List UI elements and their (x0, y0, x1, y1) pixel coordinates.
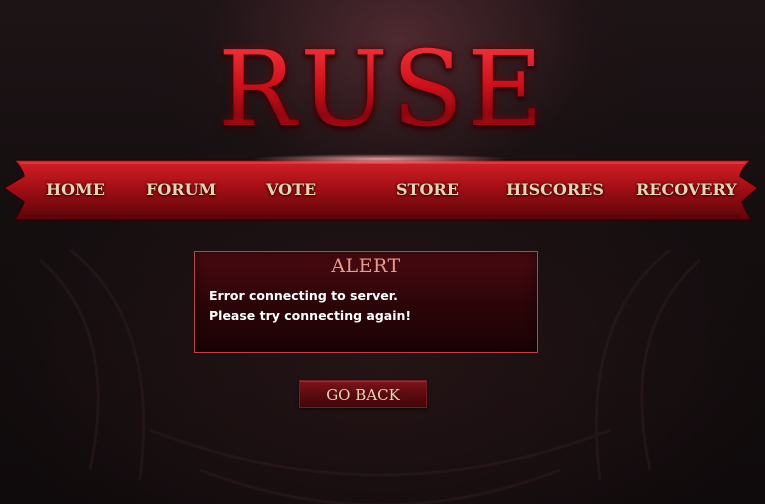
nav-forum[interactable]: FORUM (146, 180, 216, 199)
nav-home[interactable]: HOME (46, 180, 105, 199)
alert-message-line: Error connecting to server. (209, 288, 398, 303)
go-back-button[interactable]: GO BACK (299, 380, 427, 408)
nav-recovery[interactable]: RECOVERY (636, 180, 737, 199)
nav-store[interactable]: STORE (396, 180, 459, 199)
nav-highlight (250, 154, 510, 164)
alert-title: ALERT (331, 255, 401, 277)
alert-message-line: Please try connecting again! (209, 308, 412, 323)
nav-hiscores[interactable]: HISCORES (506, 180, 604, 199)
nav-vote[interactable]: VOTE (266, 180, 316, 199)
site-logo[interactable]: RUSE (0, 24, 765, 154)
main-navigation: HOME FORUM VOTE STORE HISCORES RECOVERY (0, 154, 765, 222)
alert-box: ALERT Error connecting to server. Please… (194, 251, 538, 353)
